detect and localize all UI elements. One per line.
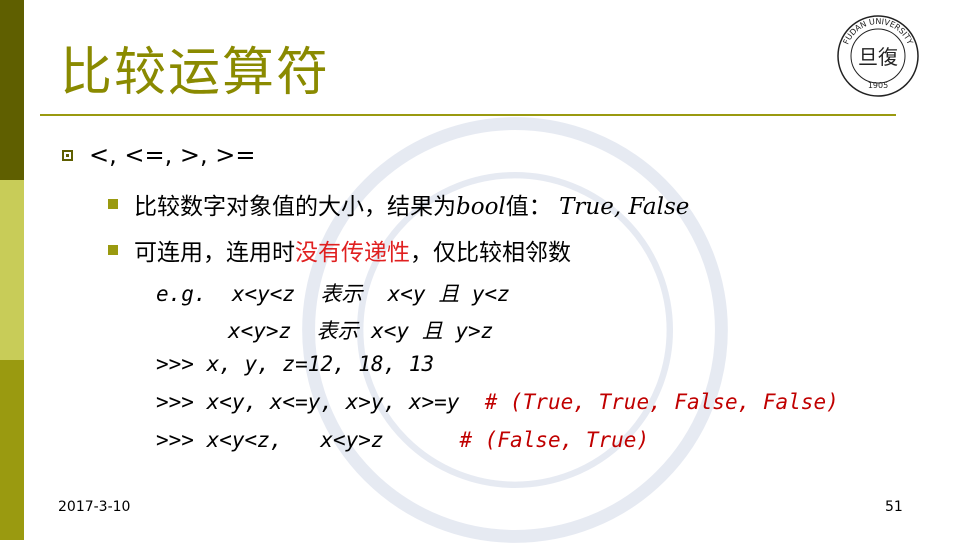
side-bar-top bbox=[0, 0, 24, 180]
code-line-4-comment: # (True, True, False, False) bbox=[484, 390, 839, 414]
bullet-chaining: 可连用，连用时没有传递性，仅比较相邻数 bbox=[108, 233, 571, 267]
bullet-operators: <, <=, >, >= bbox=[62, 141, 255, 169]
code-line-2: x<y>z 表示 x<y 且 y>z bbox=[228, 319, 494, 343]
chain-before: 可连用，连用时 bbox=[134, 240, 295, 266]
footer-date: 2017-3-10 bbox=[58, 499, 131, 515]
logo-year: 1905 bbox=[868, 81, 888, 90]
logo-university-text: FUDAN UNIVERSITY bbox=[841, 17, 914, 46]
bullet-filled-square-icon bbox=[108, 245, 118, 255]
desc-before: 比较数字对象值的大小，结果为 bbox=[134, 194, 456, 220]
bullet-filled-square-icon bbox=[108, 199, 118, 209]
code-line-4: >>> x<y, x<=y, x>y, x>=y # (True, True, … bbox=[156, 390, 839, 414]
bullet-compare-desc: 比较数字对象值的大小，结果为bool值： True, False bbox=[108, 187, 689, 221]
side-bar-bottom bbox=[0, 360, 24, 540]
desc-after: 值： bbox=[505, 194, 552, 220]
bullet-square-icon bbox=[62, 149, 73, 161]
page-number: 51 bbox=[885, 499, 903, 515]
logo-emblem: 旦復 bbox=[858, 45, 898, 69]
desc-bool: bool bbox=[456, 194, 506, 220]
fudan-logo: FUDAN UNIVERSITY 1905 旦復 bbox=[837, 15, 919, 97]
operators-text: <, <=, >, >= bbox=[89, 141, 256, 169]
code-line-5-comment: # (False, True) bbox=[459, 428, 650, 452]
code-line-4-code: >>> x<y, x<=y, x>y, x>=y bbox=[156, 390, 460, 414]
code-line-3: >>> x, y, z=12, 18, 13 bbox=[156, 352, 435, 376]
code-line-5: >>> x<y<z, x<y>z # (False, True) bbox=[156, 428, 649, 452]
chain-highlight: 没有传递性 bbox=[295, 240, 410, 266]
code-line-1: e.g. x<y<z 表示 x<y 且 y<z bbox=[156, 282, 510, 306]
code-line-5-code: >>> x<y<z, x<y>z bbox=[156, 428, 384, 452]
side-bar-middle bbox=[0, 180, 24, 360]
slide-title: 比较运算符 bbox=[60, 43, 331, 103]
desc-values: True, False bbox=[559, 194, 690, 220]
title-divider bbox=[40, 114, 896, 116]
chain-after: ，仅比较相邻数 bbox=[410, 240, 571, 266]
svg-text:FUDAN UNIVERSITY: FUDAN UNIVERSITY bbox=[841, 17, 914, 46]
